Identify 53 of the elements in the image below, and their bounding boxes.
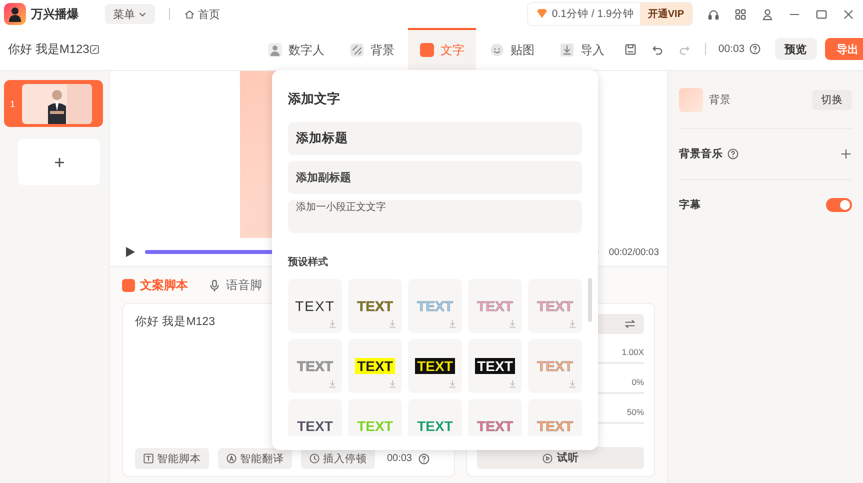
setting-value: 1.00X (622, 347, 644, 357)
script-duration: 00:03 (386, 453, 412, 464)
preset-text: TEXT (296, 418, 334, 434)
listen-button[interactable]: 试听 (477, 447, 644, 469)
app-name: 万兴播爆 (31, 6, 79, 22)
toolbar-tab[interactable]: 贴图 (478, 28, 546, 70)
preset-text: TEXT (476, 358, 514, 374)
preset-text: TEXT (416, 298, 454, 314)
toolbar-tab[interactable]: 导入 (548, 28, 616, 70)
preset-text: TEXT (416, 358, 454, 374)
text-style-preset[interactable]: TEXT (288, 399, 342, 436)
toolbar-tab[interactable]: 数字人 (256, 28, 336, 70)
preset-text: TEXT (416, 418, 454, 434)
preset-text: TEXT (536, 298, 574, 314)
vip-button[interactable]: 开通VIP (640, 3, 692, 25)
popup-title: 添加文字 (288, 90, 341, 108)
music-label: 背景音乐 (679, 147, 723, 161)
script-tool-button[interactable]: 智能脚本 (135, 448, 209, 469)
project-name: 你好 我是M123 (8, 40, 90, 58)
preset-text: TEXT (296, 358, 334, 374)
script-tab[interactable]: 语音脚 (208, 276, 262, 294)
preset-text: TEXT (536, 418, 574, 434)
text-style-preset[interactable]: TEXT (348, 279, 402, 333)
setting-value: 0% (632, 377, 644, 387)
preset-text: TEXT (356, 298, 394, 314)
setting-value: 50% (626, 407, 644, 417)
preview-button[interactable]: 预览 (774, 38, 817, 60)
preset-text: TEXT (476, 418, 514, 434)
preset-text: TEXT (294, 298, 336, 314)
background-label: 背景 (709, 92, 731, 106)
subtitles-label: 字幕 (679, 198, 701, 212)
home-link[interactable]: 首页 (184, 6, 220, 22)
switch-button[interactable]: 切换 (812, 90, 852, 110)
script-tool-button[interactable]: 插入停顿 (301, 448, 375, 469)
add-text-option[interactable]: 添加标题 (288, 122, 582, 155)
duration-text: 00:03 (718, 43, 745, 55)
script-tool-button[interactable]: 智能翻译 (218, 448, 292, 469)
usage-text: 0.1分钟 / 1.9分钟 (550, 7, 635, 21)
menu-button[interactable]: 菜单 (105, 4, 155, 24)
preset-text: TEXT (476, 298, 514, 314)
preset-text: TEXT (356, 358, 394, 374)
add-text-option[interactable]: 添加一小段正文文字 (288, 200, 582, 233)
presets-title: 预设样式 (288, 256, 329, 269)
add-text-option[interactable]: 添加副标题 (288, 161, 582, 194)
text-style-preset[interactable]: TEXT (468, 339, 522, 393)
text-style-preset[interactable]: TEXT (348, 339, 402, 393)
toolbar-tab[interactable]: 背景 (338, 28, 406, 70)
playback-time: 00:02/00:03 (608, 246, 659, 258)
preset-text: TEXT (356, 418, 394, 434)
text-style-preset[interactable]: TEXT (288, 279, 342, 333)
preset-text: TEXT (536, 358, 574, 374)
text-style-preset[interactable]: TEXT (408, 339, 462, 393)
slide-number: 1 (10, 98, 16, 108)
